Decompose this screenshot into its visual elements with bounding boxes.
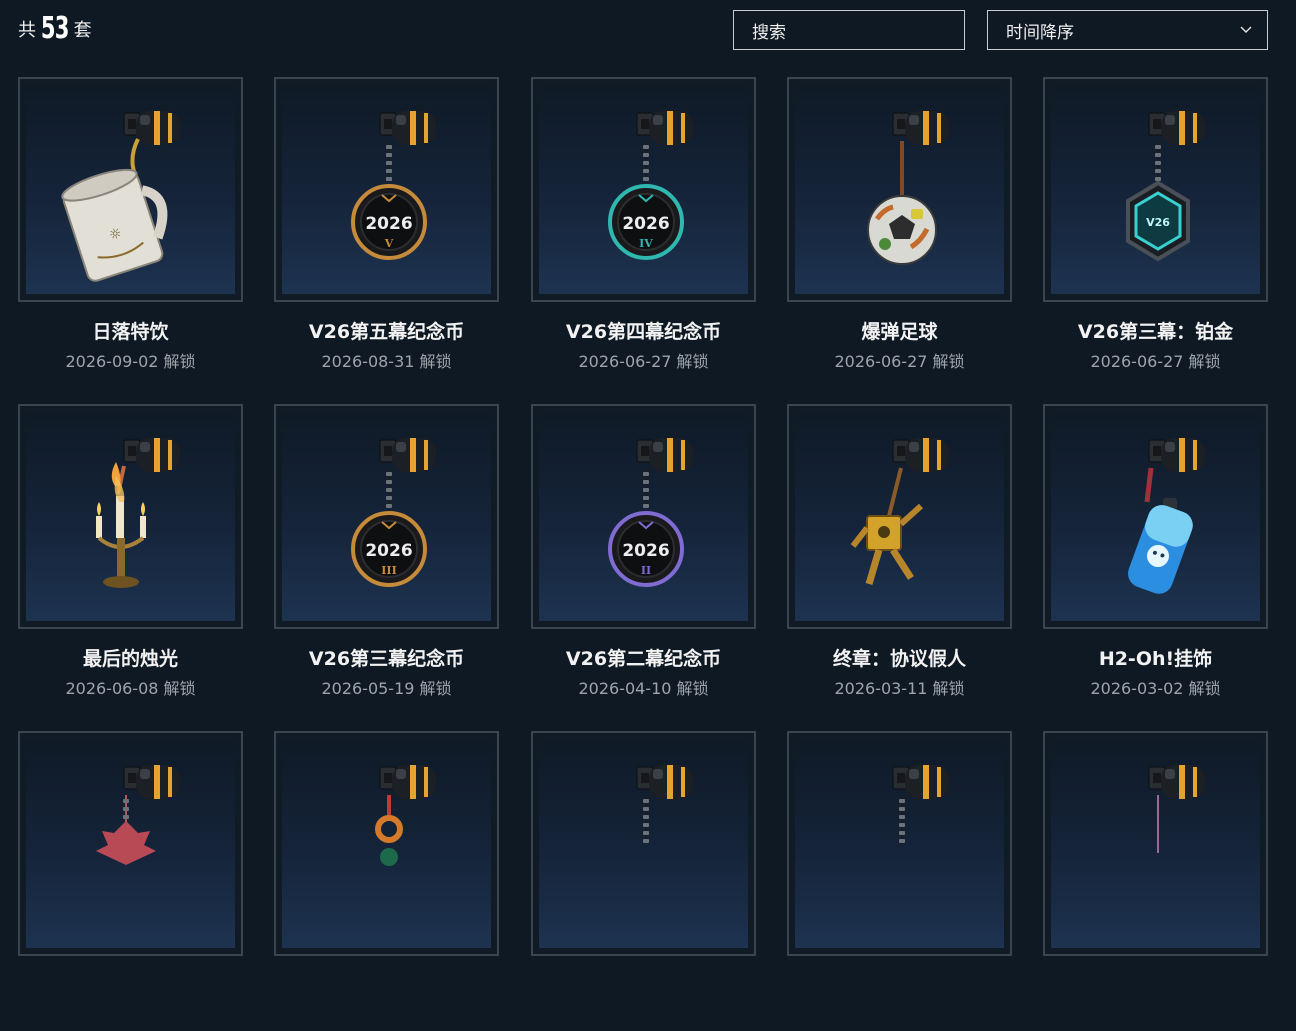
- count-number: 53: [40, 11, 70, 46]
- charm-card[interactable]: 最后的烛光 2026-06-08 解锁: [18, 404, 243, 704]
- charm-card[interactable]: 2026 III V26第三幕纪念币 2026-05-19 解锁: [274, 404, 499, 704]
- charm-card[interactable]: [787, 731, 1012, 1031]
- charm-card[interactable]: [274, 731, 499, 1031]
- unlock-date: 2026-08-31 解锁: [321, 352, 452, 371]
- platinum-badge-charm-icon: V26: [1126, 111, 1205, 262]
- svg-text:V26: V26: [1146, 216, 1170, 229]
- svg-text:II: II: [641, 564, 651, 577]
- charm-thumbnail[interactable]: 2026 III: [274, 404, 499, 629]
- charm-thumbnail[interactable]: 2026 V: [274, 77, 499, 302]
- charm-thumbnail[interactable]: [18, 731, 243, 956]
- charm-title: V26第三幕纪念币: [308, 648, 465, 670]
- sort-selected-value: 时间降序: [1006, 22, 1074, 43]
- charm-thumbnail[interactable]: [274, 731, 499, 956]
- sort-dropdown[interactable]: 时间降序: [987, 10, 1268, 50]
- unlock-date: 2026-03-02 解锁: [1090, 679, 1221, 698]
- charm-title: H2-Oh!挂饰: [1098, 648, 1213, 670]
- maple-leaf-charm-icon: [96, 765, 180, 865]
- charm-title: V26第二幕纪念币: [565, 648, 722, 670]
- charm-thumbnail[interactable]: ☼: [18, 77, 243, 302]
- charm-thumbnail[interactable]: [787, 731, 1012, 956]
- tag-charm-icon: [892, 765, 949, 845]
- svg-text:IV: IV: [639, 237, 653, 250]
- water-bottle-charm-icon: [1128, 438, 1205, 594]
- count-prefix: 共: [18, 20, 36, 41]
- charm-title: 日落特饮: [92, 321, 169, 343]
- charm-card[interactable]: 爆弹足球 2026-06-27 解锁: [787, 77, 1012, 377]
- mug-charm-icon: ☼: [61, 111, 180, 282]
- charm-card[interactable]: [18, 731, 243, 1031]
- charm-thumbnail[interactable]: V26: [1043, 77, 1268, 302]
- robot-dummy-charm-icon: [850, 438, 949, 585]
- coin-charm-icon: 2026 IV: [608, 111, 693, 260]
- charm-card[interactable]: V26 V26第三幕：铂金 2026-06-27 解锁: [1043, 77, 1268, 377]
- count-suffix: 套: [73, 20, 92, 41]
- unlock-date: 2026-03-11 解锁: [834, 679, 965, 698]
- unlock-date: 2026-06-27 解锁: [1090, 352, 1221, 371]
- toolbar: 共 53 套 搜索 时间降序: [0, 0, 1296, 64]
- search-input[interactable]: 搜索: [733, 10, 965, 50]
- charm-card[interactable]: ☼ 日落特饮 2026-09-02 解锁: [18, 77, 243, 377]
- charm-card[interactable]: [1043, 731, 1268, 1031]
- unlock-date: 2026-04-10 解锁: [578, 679, 709, 698]
- charm-card[interactable]: H2-Oh!挂饰 2026-03-02 解锁: [1043, 404, 1268, 704]
- unlock-date: 2026-09-02 解锁: [65, 352, 196, 371]
- charm-thumbnail[interactable]: 2026 IV: [531, 77, 756, 302]
- charm-thumbnail[interactable]: [787, 77, 1012, 302]
- charm-card[interactable]: 2026 II V26第二幕纪念币 2026-04-10 解锁: [531, 404, 756, 704]
- svg-text:III: III: [381, 564, 396, 577]
- ring-charm-icon: [375, 765, 436, 866]
- search-placeholder: 搜索: [752, 22, 786, 43]
- charm-thumbnail[interactable]: [18, 404, 243, 629]
- charm-title: 最后的烛光: [82, 648, 178, 670]
- svg-text:2026: 2026: [622, 214, 669, 234]
- charm-card[interactable]: [531, 731, 756, 1031]
- charm-thumbnail[interactable]: [1043, 731, 1268, 956]
- unlock-date: 2026-06-08 解锁: [65, 679, 196, 698]
- svg-text:2026: 2026: [622, 541, 669, 561]
- charm-thumbnail[interactable]: [531, 731, 756, 956]
- coin-charm-icon: 2026 II: [608, 438, 693, 587]
- unlock-date: 2026-06-27 解锁: [834, 352, 965, 371]
- charm-title: V26第五幕纪念币: [308, 321, 465, 343]
- charm-thumbnail[interactable]: [1043, 404, 1268, 629]
- unlock-date: 2026-05-19 解锁: [321, 679, 452, 698]
- unlock-date: 2026-06-27 解锁: [578, 352, 709, 371]
- svg-text:V: V: [384, 237, 394, 250]
- charm-thumbnail[interactable]: [787, 404, 1012, 629]
- svg-text:2026: 2026: [365, 541, 412, 561]
- plate-charm-icon: [636, 765, 693, 843]
- chevron-down-icon: [1240, 26, 1252, 33]
- svg-text:2026: 2026: [365, 214, 412, 234]
- charm-title: V26第四幕纪念币: [565, 321, 722, 343]
- coin-charm-icon: 2026 V: [351, 111, 436, 260]
- charm-title: 终章：协议假人: [832, 648, 966, 670]
- charm-title: 爆弹足球: [861, 321, 938, 343]
- soccer-ball-charm-icon: [867, 111, 949, 265]
- charm-card[interactable]: 终章：协议假人 2026-03-11 解锁: [787, 404, 1012, 704]
- string-charm-icon: [1148, 765, 1205, 853]
- charm-thumbnail[interactable]: 2026 II: [531, 404, 756, 629]
- total-count: 共 53 套: [18, 14, 92, 44]
- charm-card[interactable]: 2026 V V26第五幕纪念币 2026-08-31 解锁: [274, 77, 499, 377]
- coin-charm-icon: 2026 III: [351, 438, 436, 587]
- charm-card[interactable]: 2026 IV V26第四幕纪念币 2026-06-27 解锁: [531, 77, 756, 377]
- charm-title: V26第三幕：铂金: [1077, 321, 1234, 343]
- candelabra-charm-icon: [96, 438, 180, 588]
